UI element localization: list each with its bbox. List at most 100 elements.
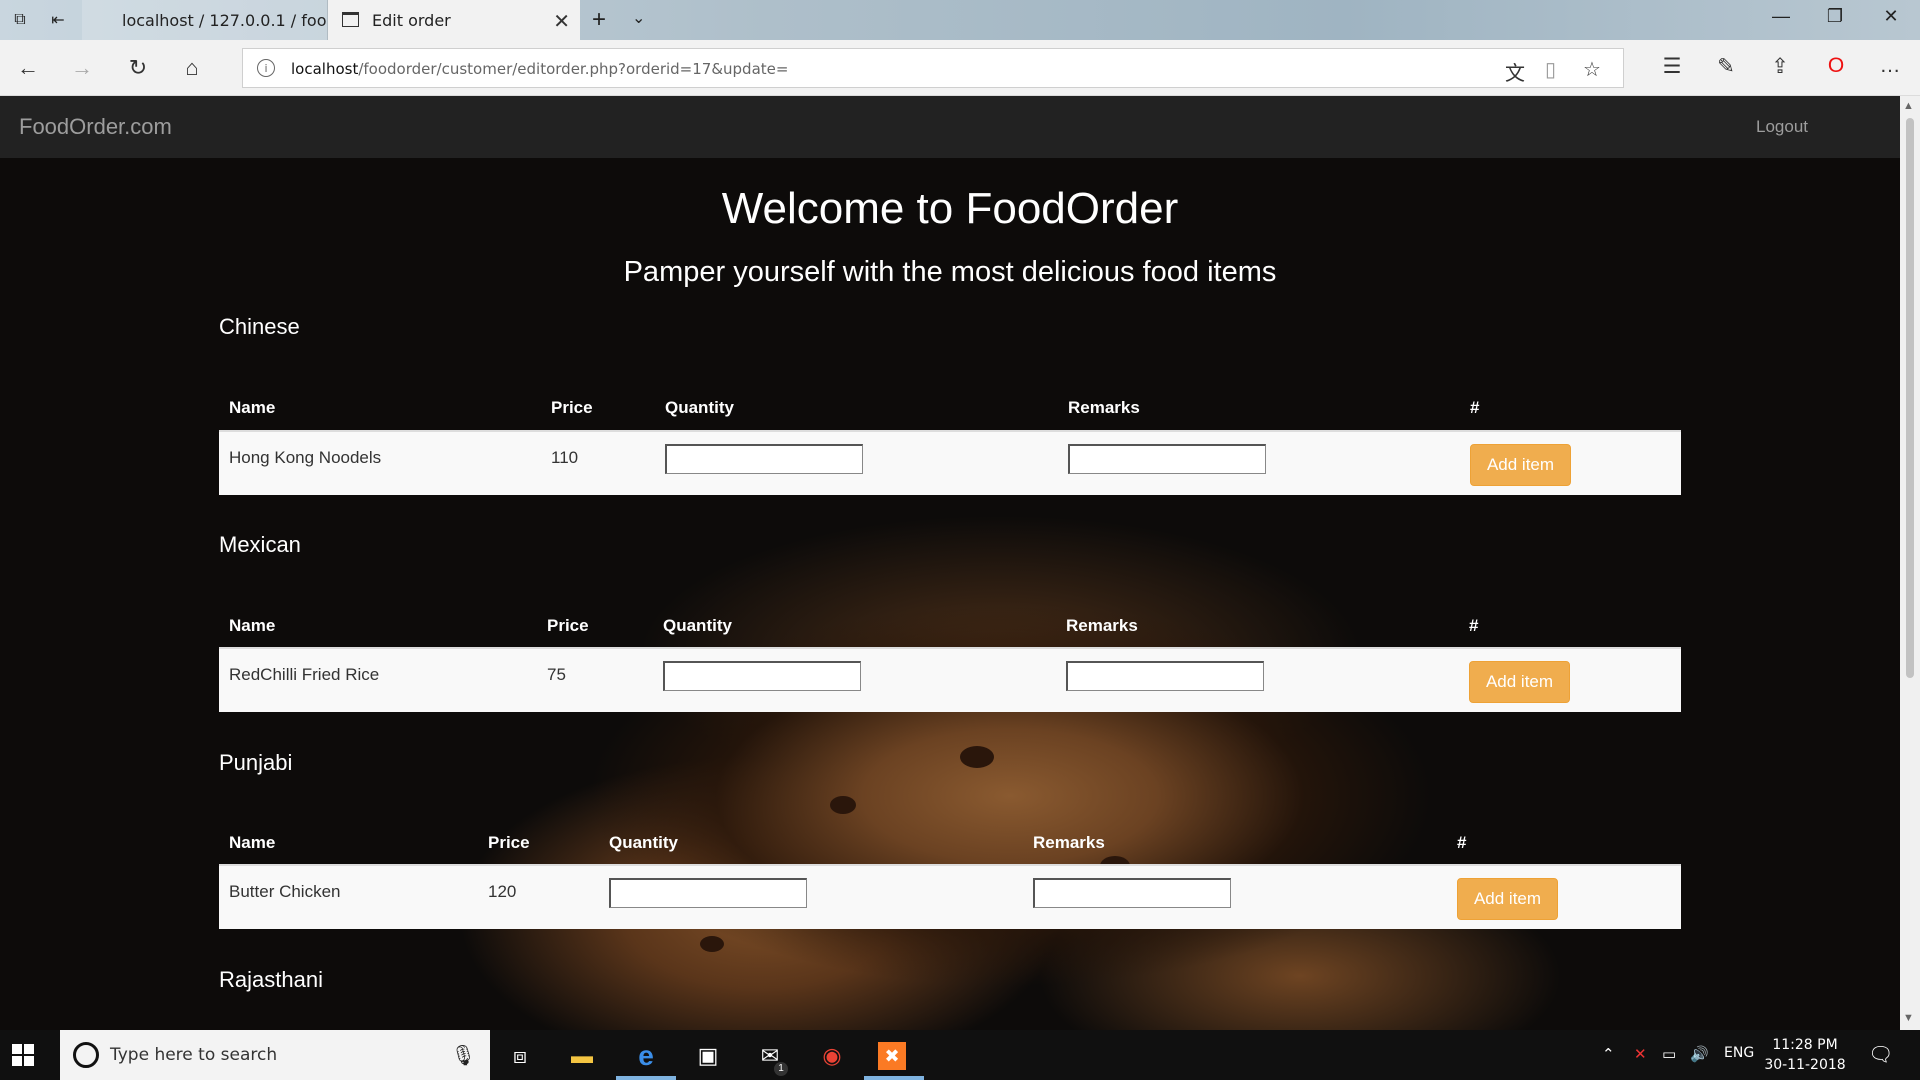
clock-time: 11:28 PM (1772, 1037, 1838, 1053)
volume-icon[interactable]: 🔊 (1690, 1045, 1709, 1063)
task-view-icon[interactable]: ⧈ (504, 1040, 536, 1072)
chrome-icon[interactable]: ◉ (816, 1040, 848, 1072)
file-explorer-icon[interactable]: ▬ (566, 1040, 598, 1072)
column-header-remarks: Remarks (1068, 398, 1140, 417)
add-item-button[interactable]: Add item (1470, 444, 1571, 486)
close-window-icon[interactable]: ✕ (1876, 6, 1906, 27)
column-header-action: # (1470, 398, 1480, 417)
logout-link[interactable]: Logout (1756, 117, 1808, 137)
tab-edit-order[interactable]: Edit order ✕ (328, 0, 580, 40)
url-text[interactable]: localhost/foodorder/customer/editorder.p… (291, 60, 788, 78)
add-item-button[interactable]: Add item (1469, 661, 1570, 703)
remarks-input[interactable] (1066, 661, 1264, 691)
category-title-chinese: Chinese (219, 314, 300, 339)
taskbar-search-box[interactable]: Type here to search 🎙 (60, 1030, 490, 1080)
brand-link[interactable]: FoodOrder.com (19, 114, 172, 140)
add-item-button[interactable]: Add item (1457, 878, 1558, 920)
language-indicator[interactable]: ENG (1724, 1045, 1754, 1061)
column-header-name: Name (229, 833, 276, 852)
browser-toolbar: ← → ↻ ⌂ i localhost/foodorder/customer/e… (0, 40, 1920, 96)
column-header-action: # (1457, 833, 1467, 852)
tab-title: localhost / 127.0.0.1 / foodc (122, 10, 328, 30)
chevron-down-icon[interactable]: ⌄ (632, 8, 645, 28)
category-title-punjabi: Punjabi (219, 750, 293, 775)
edge-browser-icon[interactable]: e (630, 1040, 662, 1072)
back-icon[interactable]: ← (14, 54, 42, 82)
url-path: /foodorder/customer/editorder.php?orderi… (358, 60, 789, 78)
quantity-input[interactable] (609, 878, 807, 908)
browser-tab-bar: ⧉ ⇤ localhost / 127.0.0.1 / foodc Edit o… (0, 0, 1920, 40)
home-icon[interactable]: ⌂ (178, 54, 206, 82)
reading-view-icon[interactable]: ▯ (1545, 57, 1556, 82)
windows-start-icon[interactable] (12, 1044, 34, 1066)
windows-taskbar: Type here to search 🎙 ⧈ ▬ e ▣ ✉ 1 ◉ ✖ ⌃ ✕… (0, 1030, 1920, 1080)
network-error-icon[interactable]: ✕ (1634, 1045, 1647, 1063)
favorites-list-icon[interactable]: ☰ (1658, 54, 1686, 79)
page-title: Welcome to FoodOrder (721, 184, 1179, 233)
item-name: Butter Chicken (229, 882, 341, 901)
item-price: 110 (551, 448, 579, 467)
quantity-input[interactable] (663, 661, 861, 691)
item-name: RedChilli Fried Rice (229, 665, 380, 684)
url-host: localhost (291, 60, 359, 78)
more-options-icon[interactable]: … (1876, 54, 1904, 78)
page-icon (342, 12, 359, 27)
chevron-up-icon[interactable]: ⌃ (1602, 1045, 1615, 1063)
column-header-quantity: Quantity (663, 616, 732, 635)
minimize-icon[interactable]: — (1766, 6, 1796, 27)
column-header-price: Price (551, 398, 593, 417)
forward-icon[interactable]: → (68, 54, 96, 82)
scroll-down-icon[interactable]: ▼ (1903, 1012, 1914, 1024)
quantity-input[interactable] (665, 444, 863, 474)
remarks-input[interactable] (1033, 878, 1231, 908)
tab-title: Edit order (372, 10, 451, 30)
clock-date: 30-11-2018 (1764, 1057, 1846, 1073)
column-header-price: Price (547, 616, 589, 635)
item-name: Hong Kong Noodels (229, 448, 382, 467)
notifications-icon[interactable]: 🗨 (1868, 1042, 1893, 1066)
tabs-aside-icon[interactable]: ⧉ (8, 8, 32, 32)
refresh-icon[interactable]: ↻ (124, 54, 152, 82)
clock[interactable]: 11:28 PM 30-11-2018 (1760, 1035, 1850, 1075)
favorite-star-icon[interactable]: ☆ (1583, 57, 1601, 82)
column-header-price: Price (488, 833, 530, 852)
set-tabs-aside-icon[interactable]: ⇤ (46, 8, 70, 32)
search-placeholder: Type here to search (110, 1045, 278, 1065)
category-title-mexican: Mexican (219, 532, 301, 557)
new-tab-icon[interactable]: + (592, 6, 606, 34)
remarks-input[interactable] (1068, 444, 1266, 474)
xampp-icon[interactable]: ✖ (878, 1042, 906, 1070)
battery-icon[interactable]: ▭ (1662, 1045, 1676, 1063)
page-subtitle: Pamper yourself with the most delicious … (623, 256, 1277, 288)
column-header-name: Name (229, 616, 276, 635)
column-header-quantity: Quantity (665, 398, 734, 417)
tab-phpmyadmin[interactable]: localhost / 127.0.0.1 / foodc (82, 0, 328, 40)
table-row: Butter Chicken 120 Add item (219, 864, 1681, 929)
item-price: 120 (488, 882, 517, 901)
store-icon[interactable]: ▣ (692, 1040, 724, 1072)
active-app-indicator (616, 1076, 676, 1080)
mail-badge: 1 (774, 1062, 788, 1076)
item-price: 75 (547, 665, 566, 684)
column-header-name: Name (229, 398, 276, 417)
address-bar[interactable]: i localhost/foodorder/customer/editorder… (242, 48, 1624, 88)
page-scrollbar[interactable]: ▲ ▼ (1900, 96, 1920, 1030)
table-row: RedChilli Fried Rice 75 Add item (219, 647, 1681, 712)
opera-extension-icon[interactable]: O (1822, 54, 1850, 78)
column-header-quantity: Quantity (609, 833, 678, 852)
background-decoration (830, 796, 856, 814)
info-icon[interactable]: i (257, 59, 275, 77)
restore-icon[interactable]: ❐ (1820, 6, 1850, 27)
close-tab-icon[interactable]: ✕ (553, 9, 570, 33)
scroll-thumb[interactable] (1906, 118, 1914, 678)
share-icon[interactable]: ⇪ (1766, 54, 1794, 79)
column-header-remarks: Remarks (1066, 616, 1138, 635)
scroll-up-icon[interactable]: ▲ (1903, 100, 1914, 112)
microphone-icon[interactable]: 🎙 (451, 1043, 476, 1068)
notes-pen-icon[interactable]: ✎ (1712, 54, 1740, 79)
page-content: FoodOrder.com Logout Welcome to FoodOrde… (0, 96, 1900, 1030)
column-header-remarks: Remarks (1033, 833, 1105, 852)
mail-icon[interactable]: ✉ 1 (754, 1040, 788, 1076)
translate-icon[interactable]: 文 (1505, 57, 1525, 86)
column-header-action: # (1469, 616, 1479, 635)
